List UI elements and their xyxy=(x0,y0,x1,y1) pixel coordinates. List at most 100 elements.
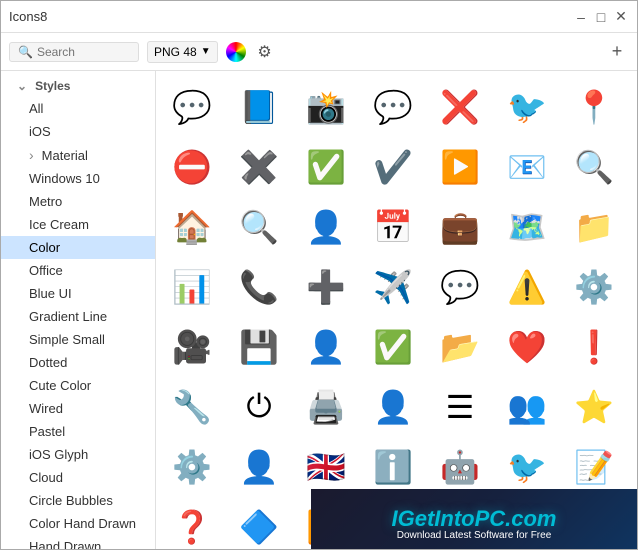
color-wheel-button[interactable] xyxy=(226,42,246,62)
settings-button[interactable]: ⚙ xyxy=(254,41,276,63)
close-button[interactable]: ✕ xyxy=(613,9,629,25)
sidebar-item-wired[interactable]: Wired xyxy=(1,397,155,420)
sidebar-item-icecream[interactable]: Ice Cream xyxy=(1,213,155,236)
icon-cell-youtube-logo[interactable]: 🎥 xyxy=(164,319,220,375)
twitter2-icon: 🐦 xyxy=(507,447,547,487)
sidebar-item-material[interactable]: Material xyxy=(1,143,155,167)
sidebar-item-dotted[interactable]: Dotted xyxy=(1,351,155,374)
icon-cell-question[interactable]: ❓ xyxy=(164,499,220,549)
search-box[interactable]: 🔍 xyxy=(9,42,139,62)
google-icon: 🔍 xyxy=(239,207,279,247)
sidebar-item-colorhanddrawn[interactable]: Color Hand Drawn xyxy=(1,512,155,535)
icon-cell-calendar[interactable]: 📅 xyxy=(365,199,421,255)
icon-cell-android[interactable]: 🤖 xyxy=(432,439,488,495)
user2-icon: 👤 xyxy=(306,327,346,367)
sidebar-item-color[interactable]: Color xyxy=(1,236,155,259)
icon-cell-gmail[interactable]: 📧 xyxy=(499,139,555,195)
word-icon: 📝 xyxy=(574,447,614,487)
icon-cell-star[interactable]: ⭐ xyxy=(566,379,622,435)
folder-open-icon: 📂 xyxy=(440,327,480,367)
sidebar-item-all[interactable]: All xyxy=(1,97,155,120)
icon-cell-no-entry[interactable]: ⛔ xyxy=(164,139,220,195)
icon-cell-check[interactable]: ✔️ xyxy=(365,139,421,195)
sidebar-item-pastel[interactable]: Pastel xyxy=(1,420,155,443)
menu-icon: ☰ xyxy=(440,387,480,427)
minimize-button[interactable]: – xyxy=(573,9,589,25)
panel-wrapper: 💬📘📸💬❌🐦📍⛔✖️✅✔️▶️📧🔍🏠🔍👤📅💼🗺️📁📊📞➕✈️💬⚠️⚙️🎥💾👤✅📂… xyxy=(156,71,637,549)
linkedin-icon: 💼 xyxy=(440,207,480,247)
sidebar-item-cloud[interactable]: Cloud xyxy=(1,466,155,489)
icon-cell-checkmark[interactable]: ✅ xyxy=(298,139,354,195)
icon-cell-search[interactable]: 🔍 xyxy=(566,139,622,195)
sidebar-item-cutecolor[interactable]: Cute Color xyxy=(1,374,155,397)
add-button[interactable]: + xyxy=(605,40,629,64)
icon-cell-word[interactable]: 📝 xyxy=(566,439,622,495)
icon-cell-close[interactable]: ❌ xyxy=(432,79,488,135)
icon-cell-printer[interactable]: 🖨️ xyxy=(298,379,354,435)
icon-cell-location[interactable]: 📍 xyxy=(566,79,622,135)
icon-cell-power[interactable]: ⏻ xyxy=(231,379,287,435)
icon-cell-linkedin[interactable]: 💼 xyxy=(432,199,488,255)
format-select[interactable]: PNG 48 ▼ xyxy=(147,41,218,63)
icon-cell-warning[interactable]: ⚠️ xyxy=(499,259,555,315)
star-icon: ⭐ xyxy=(574,387,614,427)
icon-cell-menu[interactable]: ☰ xyxy=(432,379,488,435)
icon-cell-youtube[interactable]: ▶️ xyxy=(432,139,488,195)
sidebar-item-metro[interactable]: Metro xyxy=(1,190,155,213)
icon-cell-settings2[interactable]: ⚙️ xyxy=(164,439,220,495)
maps-icon: 🗺️ xyxy=(507,207,547,247)
icon-cell-line[interactable]: 💬 xyxy=(432,259,488,315)
icon-cell-add[interactable]: ➕ xyxy=(298,259,354,315)
icon-cell-phone[interactable]: 📞 xyxy=(231,259,287,315)
maximize-button[interactable]: □ xyxy=(593,9,609,25)
title-bar: Icons8 – □ ✕ xyxy=(1,1,637,33)
icon-cell-info[interactable]: ℹ️ xyxy=(365,439,421,495)
approve-icon: ✅ xyxy=(373,327,413,367)
icon-cell-group[interactable]: 👥 xyxy=(499,379,555,435)
search-icon: 🔍 xyxy=(574,147,614,187)
icon-cell-maps[interactable]: 🗺️ xyxy=(499,199,555,255)
icon-cell-save[interactable]: 💾 xyxy=(231,319,287,375)
icon-cell-person[interactable]: 👤 xyxy=(298,199,354,255)
sidebar-item-gradientline[interactable]: Gradient Line xyxy=(1,305,155,328)
sidebar-item-iosglyph[interactable]: iOS Glyph xyxy=(1,443,155,466)
icon-cell-settings[interactable]: ⚙️ xyxy=(566,259,622,315)
person3-icon: 👤 xyxy=(239,447,279,487)
icon-cell-heart[interactable]: ❤️ xyxy=(499,319,555,375)
icon-cell-user2[interactable]: 👤 xyxy=(298,319,354,375)
search-input[interactable] xyxy=(37,45,137,59)
icon-cell-chat[interactable]: 💬 xyxy=(164,79,220,135)
icon-cell-home[interactable]: 🏠 xyxy=(164,199,220,255)
icon-cell-tools[interactable]: 🔧 xyxy=(164,379,220,435)
icon-cell-folder[interactable]: 📁 xyxy=(566,199,622,255)
sidebar-item-simplesm[interactable]: Simple Small xyxy=(1,328,155,351)
icon-cell-exclamation[interactable]: ❗ xyxy=(566,319,622,375)
sidebar-item-handdrawn[interactable]: Hand Drawn xyxy=(1,535,155,549)
icon-cell-facebook[interactable]: 📘 xyxy=(231,79,287,135)
icon-cell-telegram[interactable]: ✈️ xyxy=(365,259,421,315)
icon-cell-instagram[interactable]: 📸 xyxy=(298,79,354,135)
icon-cell-excel[interactable]: 📊 xyxy=(164,259,220,315)
person2-icon: 👤 xyxy=(373,387,413,427)
icon-cell-twitter[interactable]: 🐦 xyxy=(499,79,555,135)
icon-cell-person2[interactable]: 👤 xyxy=(365,379,421,435)
icon-cell-google[interactable]: 🔍 xyxy=(231,199,287,255)
error-icon: ✖️ xyxy=(239,147,279,187)
sidebar-item-windows10[interactable]: Windows 10 xyxy=(1,167,155,190)
power-icon: ⏻ xyxy=(239,387,279,427)
icon-cell-vk[interactable]: 🔷 xyxy=(231,499,287,549)
icon-cell-uk-flag[interactable]: 🇬🇧 xyxy=(298,439,354,495)
icon-cell-whatsapp[interactable]: 💬 xyxy=(365,79,421,135)
icon-cell-folder-open[interactable]: 📂 xyxy=(432,319,488,375)
icon-cell-approve[interactable]: ✅ xyxy=(365,319,421,375)
sidebar-item-office[interactable]: Office xyxy=(1,259,155,282)
sidebar-header-styles[interactable]: Styles xyxy=(1,75,155,97)
icon-cell-person3[interactable]: 👤 xyxy=(231,439,287,495)
sidebar-item-circlebubbles[interactable]: Circle Bubbles xyxy=(1,489,155,512)
sidebar-item-blueui[interactable]: Blue UI xyxy=(1,282,155,305)
icon-cell-error[interactable]: ✖️ xyxy=(231,139,287,195)
chat-icon: 💬 xyxy=(172,87,212,127)
checkmark-icon: ✅ xyxy=(306,147,346,187)
icon-cell-twitter2[interactable]: 🐦 xyxy=(499,439,555,495)
sidebar-item-ios[interactable]: iOS xyxy=(1,120,155,143)
